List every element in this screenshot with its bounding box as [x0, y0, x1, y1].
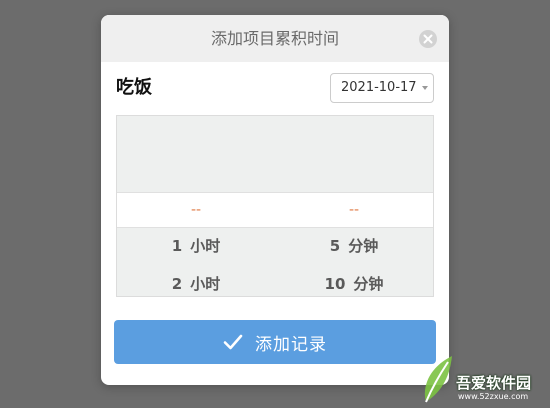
watermark-name: 吾爱软件园	[456, 374, 532, 392]
date-value: 2021-10-17	[341, 80, 417, 95]
option-unit: 分钟	[353, 275, 384, 293]
checkmark-icon	[223, 334, 243, 350]
add-record-button[interactable]: 添加记录	[114, 320, 436, 364]
option-unit: 分钟	[348, 237, 379, 255]
hours-selected-value: --	[190, 202, 202, 218]
duration-picker[interactable]: -- 1 小时 2 小时 -- 5 分钟 10 分钟	[116, 115, 434, 297]
option-number: 2	[171, 275, 183, 293]
minutes-option[interactable]: 5 分钟	[275, 227, 433, 265]
option-unit: 小时	[190, 237, 221, 255]
dialog-title: 添加项目累积时间	[210, 29, 339, 48]
watermark-url: www.52zxue.com	[458, 392, 529, 401]
option-unit: 小时	[190, 275, 221, 293]
site-watermark: 吾爱软件园 www.52zxue.com	[418, 348, 544, 406]
hours-option[interactable]: 2 小时	[117, 265, 275, 296]
date-select[interactable]: 2021-10-17	[330, 73, 434, 103]
hours-option[interactable]: 1 小时	[117, 227, 275, 265]
close-icon[interactable]	[419, 30, 437, 48]
item-name: 吃饭	[116, 77, 152, 98]
hours-column[interactable]: -- 1 小时 2 小时	[117, 116, 275, 296]
minutes-column[interactable]: -- 5 分钟 10 分钟	[275, 116, 433, 296]
option-number: 1	[171, 237, 183, 255]
minutes-selected-value: --	[348, 202, 360, 218]
dialog-header: 添加项目累积时间	[101, 15, 449, 62]
caret-down-icon	[422, 86, 428, 90]
screen-backdrop: 添加项目累积时间 吃饭 2021-10-17 -- 1 小时 2 小时 -- 5…	[0, 0, 550, 408]
add-record-label: 添加记录	[255, 334, 327, 355]
minutes-option[interactable]: 10 分钟	[275, 265, 433, 296]
option-number: 10	[324, 275, 346, 293]
add-time-dialog: 添加项目累积时间 吃饭 2021-10-17 -- 1 小时 2 小时 -- 5…	[101, 15, 449, 385]
leaf-logo-icon	[424, 356, 452, 403]
option-number: 5	[329, 237, 341, 255]
